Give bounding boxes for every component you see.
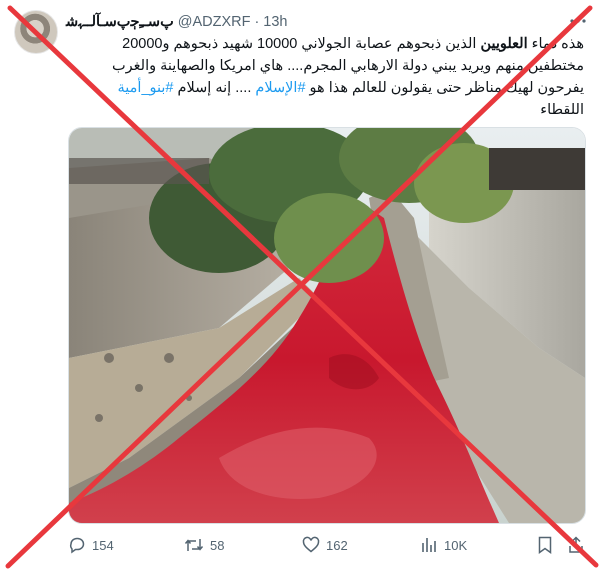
text-segment: هذه دماء — [527, 36, 584, 52]
tweet-header: ﭖﺳـﹻﭴﭖﺳـﺂﻟــﮩﺷ @ADZXRF · 13h — [66, 12, 288, 32]
display-name[interactable]: ﭖﺳـﹻﭴﭖﺳـﺂﻟــﮩﺷ — [66, 14, 174, 30]
reply-icon — [69, 537, 85, 554]
separator-dot: · — [254, 14, 260, 30]
heart-icon — [302, 536, 320, 553]
views-icon — [422, 538, 436, 552]
timestamp[interactable]: 13h — [263, 14, 287, 30]
like-button[interactable]: 162 — [302, 536, 348, 554]
text-segment: يفرحون لهيك مناظر حتى يقولون للعالم هذا … — [305, 80, 584, 96]
bold-word: العلويين — [480, 36, 528, 52]
share-button[interactable] — [567, 536, 585, 554]
reply-count: 154 — [92, 537, 114, 553]
repost-count: 58 — [210, 537, 225, 553]
text-segment: .... إنه إسلام — [173, 80, 256, 96]
user-handle[interactable]: @ADZXRF — [178, 14, 251, 30]
repost-button[interactable]: 58 — [184, 536, 224, 554]
reply-button[interactable]: 154 — [68, 536, 114, 554]
tweet-text-line-2: مختطفين منهم ويريد يبني دولة الارهابي ال… — [112, 58, 584, 74]
bookmark-button[interactable] — [537, 536, 553, 554]
tweet-photo[interactable] — [68, 127, 586, 524]
avatar[interactable] — [14, 10, 58, 54]
more-icon[interactable] — [567, 10, 589, 32]
text-segment: الذين ذبحوهم عصابة الجولاني 10000 شهيد ذ… — [122, 36, 481, 52]
tweet-text-line-4: اللقطاء — [540, 102, 584, 118]
action-bar: 154 58 162 10K — [0, 532, 603, 560]
hashtag-link[interactable]: #الإسلام — [255, 80, 305, 96]
views-button[interactable]: 10K — [420, 536, 467, 554]
tweet-text: هذه دماء العلويين الذين ذبحوهم عصابة الج… — [62, 33, 584, 121]
tweet-text-line-3: يفرحون لهيك مناظر حتى يقولون للعالم هذا … — [62, 77, 584, 99]
hashtag-link[interactable]: #بنو_أمية — [118, 80, 174, 96]
tweet-text-line-1: هذه دماء العلويين الذين ذبحوهم عصابة الج… — [62, 33, 584, 55]
like-count: 162 — [326, 537, 348, 553]
share-icon — [569, 536, 583, 553]
repost-icon — [184, 539, 204, 551]
views-count: 10K — [444, 537, 468, 553]
bookmark-icon — [538, 536, 552, 554]
